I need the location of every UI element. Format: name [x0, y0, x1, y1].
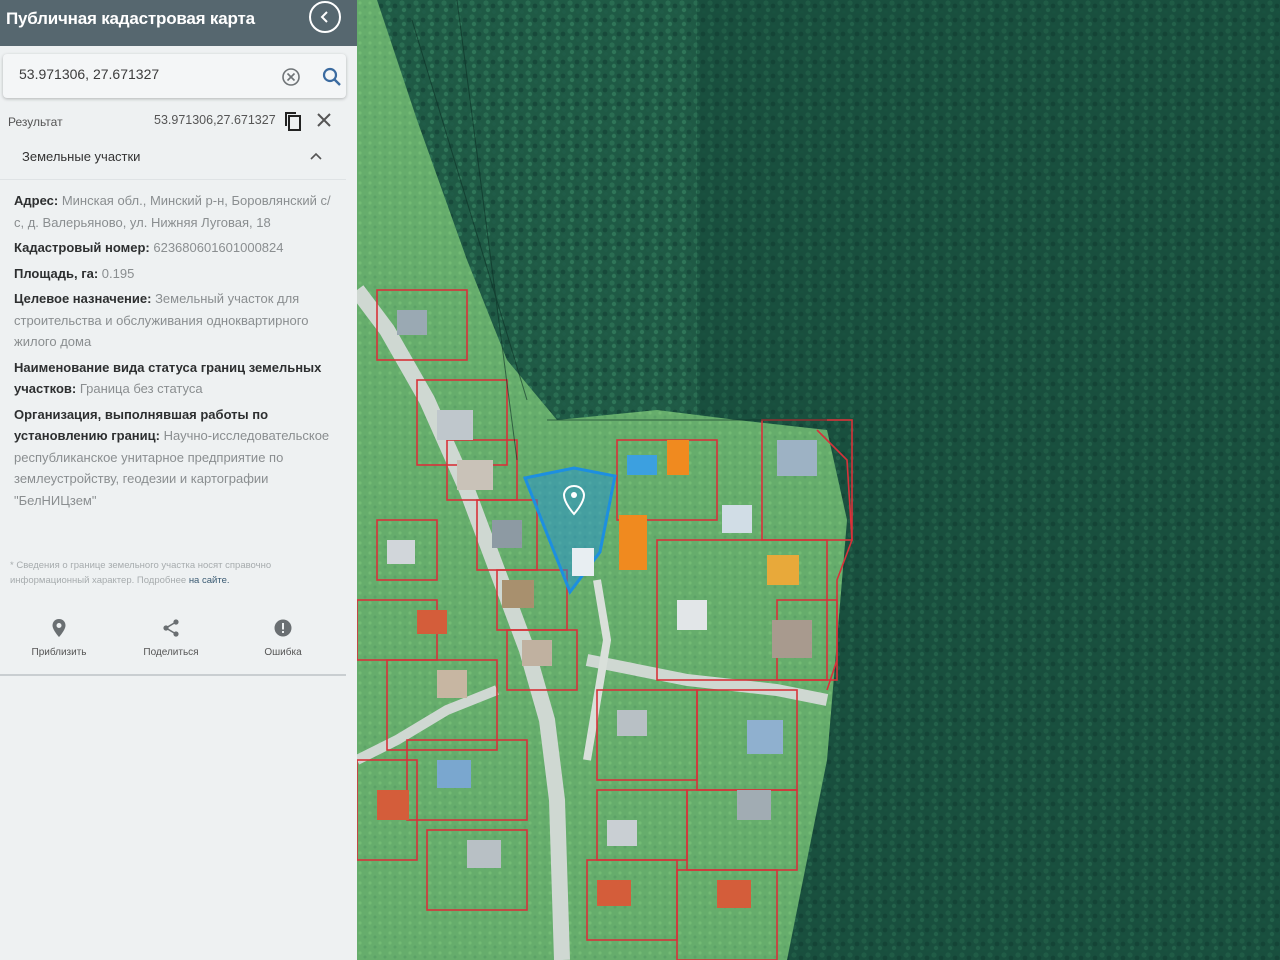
area-label: Площадь, га: — [14, 265, 99, 281]
report-error-label: Ошибка — [264, 647, 302, 658]
address-label: Адрес: — [14, 193, 59, 208]
share-icon — [163, 619, 179, 637]
search-bar — [3, 54, 346, 98]
purpose-label: Целевое назначение: — [14, 291, 152, 306]
map-view[interactable] — [357, 0, 1280, 960]
disclaimer-note: * Сведения о границе земельного участка … — [10, 558, 330, 588]
result-row: Результат 53.971306,27.671327 — [0, 108, 346, 136]
search-input[interactable] — [19, 66, 269, 82]
area-value: 0.195 — [101, 265, 135, 281]
map-pin-icon — [52, 619, 66, 637]
zoom-to-label: Приблизить — [31, 647, 87, 658]
boundary-status-value: Граница без статуса — [79, 381, 203, 396]
app-header: Публичная кадастровая карта — [0, 0, 357, 46]
report-error-button[interactable]: Ошибка — [238, 618, 328, 660]
cadastral-number-row: Кадастровый номер: 623680601601000824 — [14, 237, 334, 259]
parcel-details: Адрес: Минская обл., Минский р-н, Боровл… — [14, 190, 334, 515]
land-parcels-section-toggle[interactable]: Земельные участки — [0, 140, 346, 180]
area-row: Площадь, га: 0.195 — [14, 263, 334, 285]
chevron-up-icon — [310, 152, 322, 160]
info-panel: Публичная кадастровая карта Результат 53… — [0, 0, 357, 960]
zoom-to-button[interactable]: Приблизить — [14, 618, 104, 660]
cadastral-number-label: Кадастровый номер: — [14, 240, 150, 255]
share-label: Поделиться — [143, 647, 199, 658]
search-icon[interactable] — [321, 66, 343, 88]
collapse-panel-button[interactable] — [309, 1, 341, 33]
action-bar: Приблизить Поделиться Ошибка — [0, 608, 346, 676]
result-label: Результат — [8, 115, 63, 129]
clear-icon[interactable] — [281, 67, 301, 87]
share-button[interactable]: Поделиться — [126, 618, 216, 660]
section-title: Земельные участки — [22, 149, 141, 164]
app-title: Публичная кадастровая карта — [6, 9, 255, 28]
disclaimer-link[interactable]: на сайте. — [189, 575, 230, 586]
copy-icon[interactable] — [283, 110, 303, 132]
alert-circle-icon — [274, 619, 292, 637]
satellite-imagery[interactable] — [357, 0, 1280, 960]
address-value: Минская обл., Минский р-н, Боровлянский … — [14, 193, 331, 230]
cadastral-number-value: 623680601601000824 — [153, 240, 284, 255]
disclaimer-text: * Сведения о границе земельного участка … — [10, 560, 272, 586]
boundary-status-row: Наименование вида статуса границ земельн… — [14, 357, 334, 400]
organization-row: Организация, выполнявшая работы по устан… — [14, 404, 334, 512]
chevron-left-icon — [320, 11, 328, 23]
address-row: Адрес: Минская обл., Минский р-н, Боровл… — [14, 190, 334, 233]
purpose-row: Целевое назначение: Земельный участок дл… — [14, 288, 334, 353]
result-coordinates: 53.971306,27.671327 — [154, 113, 276, 127]
close-icon[interactable] — [315, 111, 333, 129]
